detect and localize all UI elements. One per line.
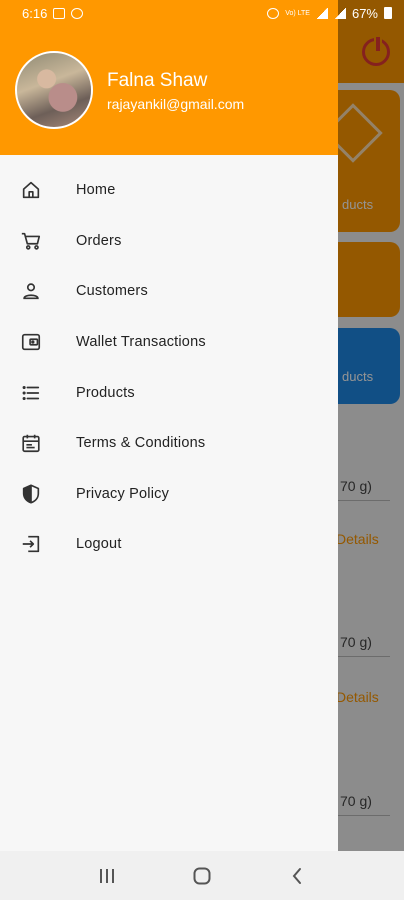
battery-percent: 67% (351, 5, 378, 21)
signal-icon (315, 7, 328, 19)
menu-item-products[interactable]: Products (0, 367, 338, 418)
profile-email: rajayankil@gmail.com (107, 96, 245, 112)
status-time: 6:16 (22, 5, 48, 21)
menu-item-customers[interactable]: Customers (0, 266, 338, 317)
network-label: Vo) LTE (285, 9, 310, 17)
menu-item-wallet-transactions[interactable]: Wallet Transactions (0, 317, 338, 368)
person-icon (20, 280, 42, 302)
drawer-menu: Home Orders Customers Wallet Transaction… (0, 165, 338, 570)
battery-icon (384, 7, 392, 19)
navigation-drawer: Falna Shaw rajayankil@gmail.com Home Ord… (0, 0, 338, 851)
home-circle-icon (193, 867, 211, 884)
menu-item-label: Terms & Conditions (76, 435, 206, 452)
menu-item-label: Logout (76, 536, 122, 553)
back-button[interactable] (277, 856, 317, 896)
shield-icon (20, 483, 42, 505)
menu-item-label: Products (76, 384, 135, 401)
avatar[interactable] (15, 51, 93, 129)
back-icon (292, 867, 301, 884)
wallet-icon (20, 331, 42, 353)
status-bar: 6:16 Vo) LTE 67% (0, 0, 404, 26)
menu-item-label: Home (76, 182, 116, 199)
cart-icon (20, 230, 42, 252)
menu-item-orders[interactable]: Orders (0, 216, 338, 267)
menu-item-terms-conditions[interactable]: Terms & Conditions (0, 418, 338, 469)
hotspot-icon (267, 7, 280, 19)
whatsapp-icon (71, 7, 84, 19)
gallery-icon (53, 7, 66, 19)
profile-name: Falna Shaw (107, 70, 208, 91)
menu-item-label: Customers (76, 283, 148, 300)
logout-icon (20, 533, 42, 555)
menu-item-label: Privacy Policy (76, 485, 170, 502)
menu-item-home[interactable]: Home (0, 165, 338, 216)
menu-item-label: Orders (76, 232, 122, 249)
signal-icon (333, 7, 346, 19)
system-navigation-bar (0, 851, 404, 900)
list-icon (20, 382, 42, 404)
menu-item-logout[interactable]: Logout (0, 519, 338, 570)
home-icon (20, 179, 42, 201)
home-button[interactable] (182, 856, 222, 896)
recents-icon (100, 868, 115, 883)
menu-item-label: Wallet Transactions (76, 334, 206, 351)
menu-item-privacy-policy[interactable]: Privacy Policy (0, 469, 338, 520)
recent-apps-button[interactable] (87, 856, 127, 896)
calendar-icon (20, 432, 42, 454)
